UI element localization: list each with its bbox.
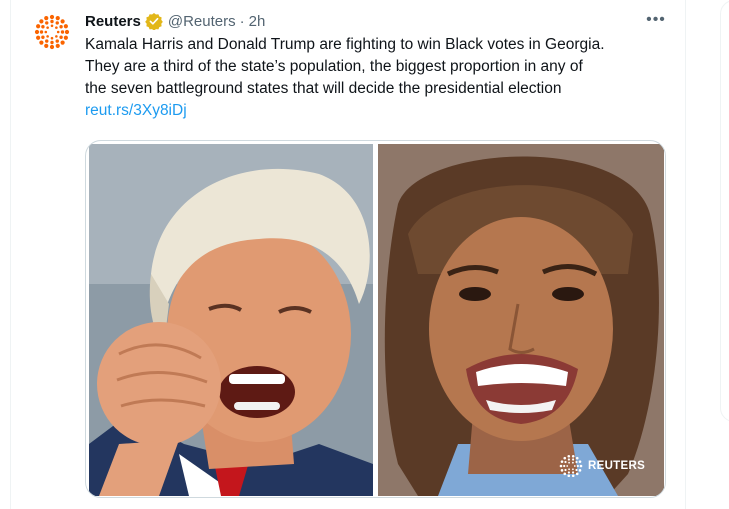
photo-trump[interactable] (89, 144, 373, 496)
tweet-text-line: Kamala Harris and Donald Trump are fight… (85, 36, 605, 53)
reuters-logo-icon (34, 14, 70, 50)
tweet-text: Kamala Harris and Donald Trump are fight… (85, 34, 675, 122)
media-grid[interactable]: REUTERS (85, 140, 666, 498)
avatar[interactable] (32, 12, 72, 52)
tweet-link[interactable]: reut.rs/3Xy8iDj (85, 100, 675, 122)
tweet-text-line: the seven battleground states that will … (85, 80, 562, 97)
tweet-text-line: They are a third of the state’s populati… (85, 58, 583, 75)
verified-badge-icon (145, 12, 163, 31)
watermark-label: REUTERS (588, 460, 646, 472)
more-options-icon[interactable]: ••• (645, 11, 667, 29)
reuters-watermark: REUTERS (559, 453, 645, 479)
header-separator: · (239, 12, 245, 30)
reuters-watermark-icon (559, 454, 583, 478)
post-timestamp[interactable]: 2h (249, 13, 266, 30)
author-name[interactable]: Reuters (85, 13, 141, 30)
tweet-header: Reuters @Reuters · 2h (85, 11, 679, 31)
sidebar-card-edge (720, 0, 729, 422)
author-handle[interactable]: @Reuters (168, 13, 236, 30)
photo-harris[interactable] (378, 144, 664, 496)
